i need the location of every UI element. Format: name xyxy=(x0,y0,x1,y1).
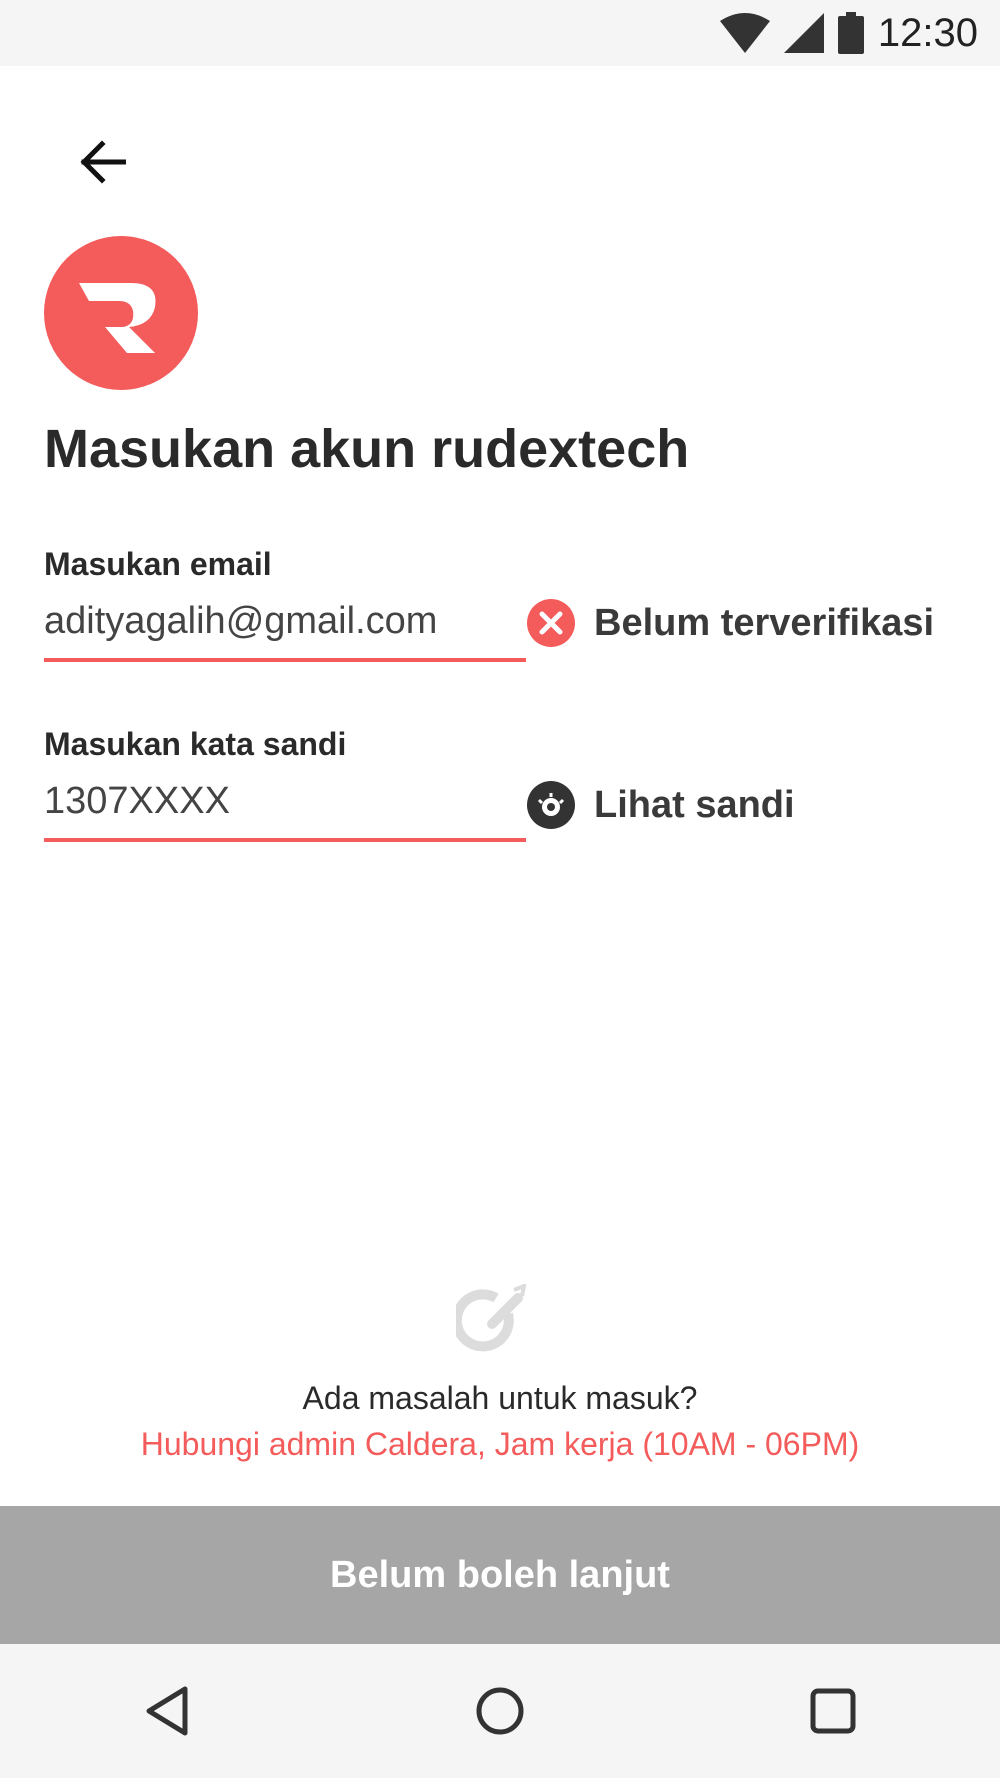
page-title: Masukan akun rudextech xyxy=(44,419,690,479)
email-status-text: Belum terverifikasi xyxy=(594,601,935,644)
email-field[interactable]: adityagalih@gmail.com xyxy=(44,600,437,643)
nav-back-button[interactable] xyxy=(107,1661,227,1761)
nav-home-button[interactable] xyxy=(440,1661,560,1761)
nav-recents-icon xyxy=(810,1688,856,1734)
continue-button[interactable]: Belum boleh lanjut xyxy=(0,1506,1000,1644)
admin-contact-link[interactable]: Hubungi admin Caldera, Jam kerja (10AM -… xyxy=(0,1426,1000,1463)
password-label: Masukan kata sandi xyxy=(44,726,347,762)
wifi-icon xyxy=(719,13,770,53)
battery-icon xyxy=(837,12,864,54)
help-pointer-icon xyxy=(451,1282,532,1360)
cell-signal-icon xyxy=(783,13,824,53)
eye-icon xyxy=(527,781,575,829)
status-bar: 12:30 xyxy=(0,0,1000,66)
login-screen: 12:30 Masukan akun rudextech Masukan ema… xyxy=(0,0,1000,1778)
password-underline xyxy=(44,838,526,842)
status-time: 12:30 xyxy=(877,10,978,55)
arrow-left-icon xyxy=(80,140,126,184)
email-label: Masukan email xyxy=(44,546,272,582)
show-password-label: Lihat sandi xyxy=(594,783,795,826)
help-question: Ada masalah untuk masuk? xyxy=(302,1380,698,1416)
nav-home-icon xyxy=(476,1687,524,1735)
navigation-bar xyxy=(0,1644,1000,1778)
nav-recents-button[interactable] xyxy=(773,1661,893,1761)
password-field[interactable]: 1307XXXX xyxy=(44,780,230,823)
show-password-toggle[interactable]: Lihat sandi xyxy=(526,780,795,830)
nav-back-icon xyxy=(146,1686,188,1736)
rudextech-logo xyxy=(44,236,198,390)
back-button[interactable] xyxy=(70,130,134,194)
email-underline xyxy=(44,658,526,662)
email-verification-status: Belum terverifikasi xyxy=(526,598,934,648)
error-x-icon xyxy=(527,599,575,647)
